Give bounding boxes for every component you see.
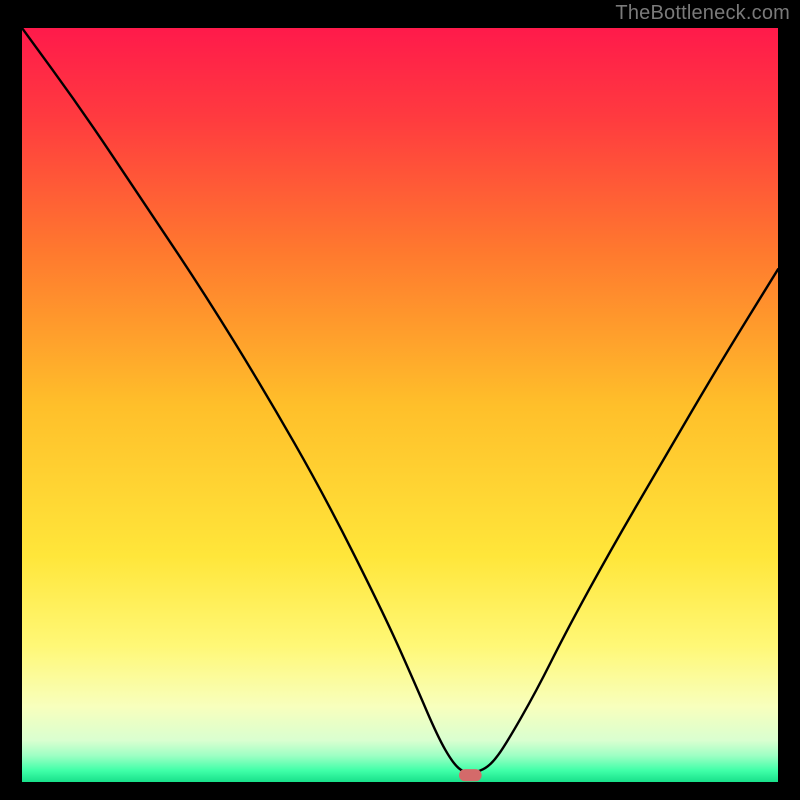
chart-background <box>22 28 778 782</box>
chart-svg <box>22 28 778 782</box>
watermark-text: TheBottleneck.com <box>615 2 790 25</box>
optimal-point-marker <box>459 769 482 781</box>
chart-plot-area <box>22 28 778 782</box>
chart-frame: TheBottleneck.com <box>0 0 800 800</box>
